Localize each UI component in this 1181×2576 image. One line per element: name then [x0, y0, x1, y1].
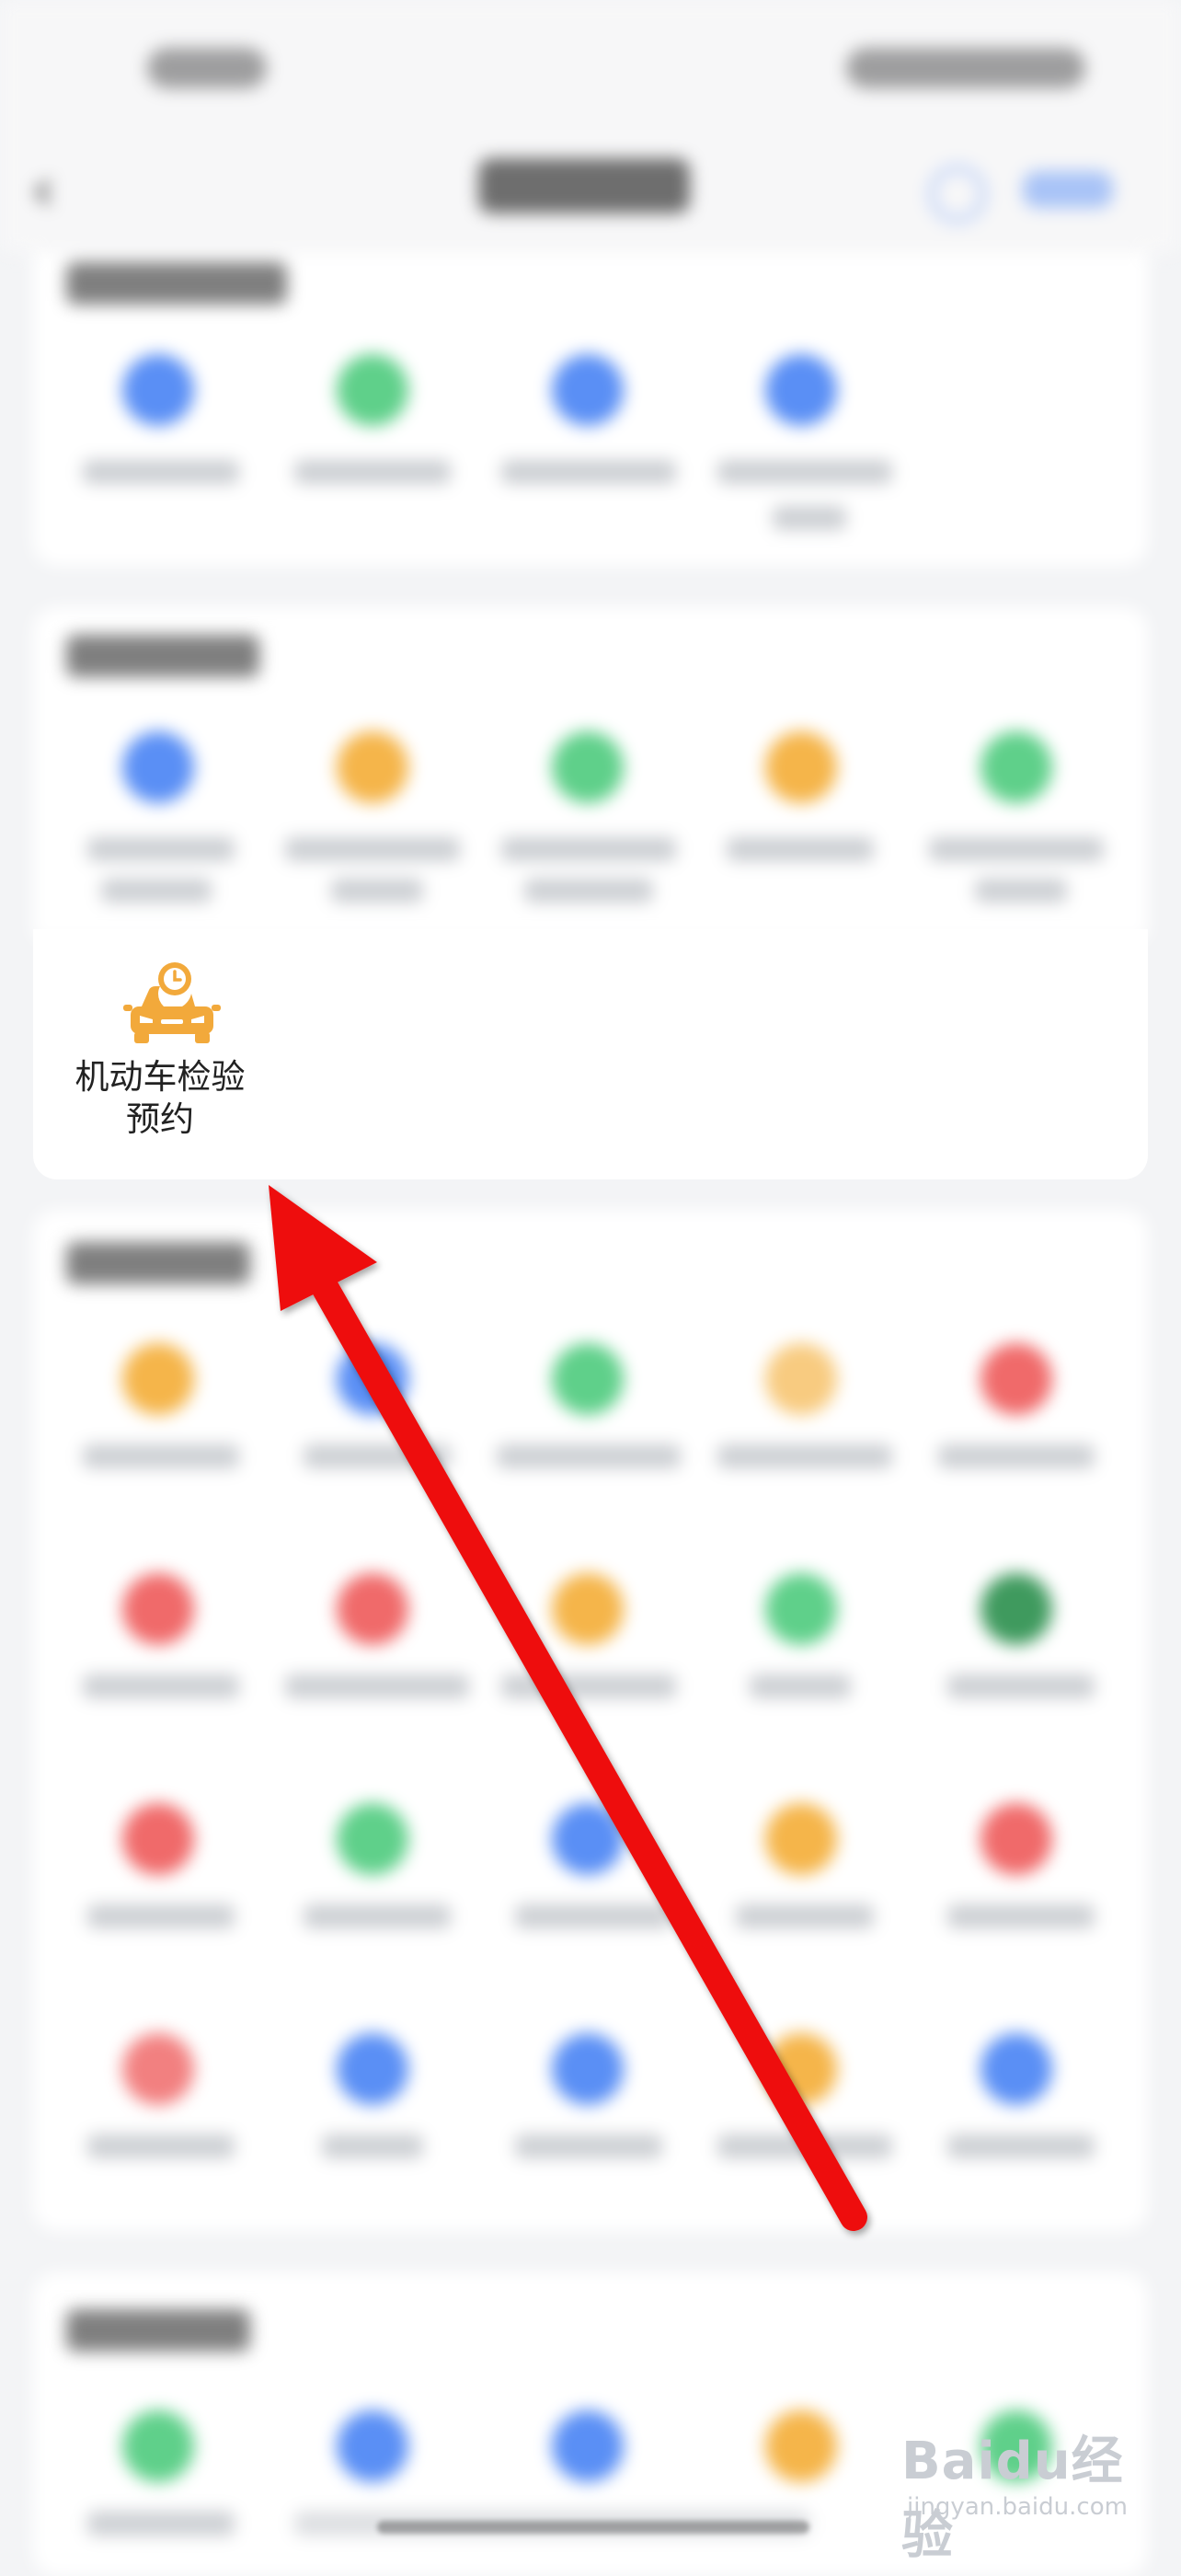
service-label: [501, 1674, 676, 1698]
status-time: [147, 48, 267, 88]
service-label: [497, 1444, 681, 1468]
service-label: [304, 1444, 451, 1468]
home-indicator[interactable]: [377, 2521, 809, 2534]
watermark-domain: jingyan.baidu.com: [907, 2493, 1128, 2521]
service-label: [947, 1904, 1095, 1928]
service-label: [947, 1674, 1095, 1698]
service-icon[interactable]: [552, 731, 624, 803]
service-icon[interactable]: [980, 731, 1052, 803]
service-label: [87, 2134, 235, 2158]
service-label: [83, 1444, 239, 1468]
service-icon[interactable]: [552, 1573, 624, 1645]
service-icon[interactable]: [122, 2033, 194, 2105]
service-icon[interactable]: [552, 1343, 624, 1415]
service-label: [87, 1904, 235, 1928]
service-label: [322, 2134, 423, 2158]
service-label: [929, 837, 1104, 861]
service-label: [717, 2134, 892, 2158]
service-icon[interactable]: [765, 354, 837, 426]
service-icon[interactable]: [337, 1573, 408, 1645]
service-label: [87, 837, 235, 861]
status-indicators: [846, 48, 1085, 88]
status-bar: [0, 0, 1181, 138]
service-icon[interactable]: [980, 1803, 1052, 1875]
service-label: [975, 879, 1067, 903]
service-label: [750, 1674, 851, 1698]
service-label: [294, 460, 451, 484]
service-icon[interactable]: [765, 2410, 837, 2482]
section-title-3: [66, 1242, 250, 1284]
service-label: [717, 460, 892, 484]
section-title-1: [66, 262, 287, 305]
service-icon[interactable]: [337, 2033, 408, 2105]
service-label: [717, 1444, 892, 1468]
service-icon[interactable]: [337, 2410, 408, 2482]
service-label: [331, 879, 423, 903]
service-icon[interactable]: [765, 1343, 837, 1415]
service-label: [501, 460, 676, 484]
car-clock-icon[interactable]: [121, 959, 223, 1051]
service-icon[interactable]: [122, 1573, 194, 1645]
back-icon[interactable]: ‹: [31, 158, 68, 223]
service-label: [515, 1904, 671, 1928]
service-icon[interactable]: [122, 1803, 194, 1875]
service-label: [938, 1444, 1095, 1468]
service-icon[interactable]: [980, 1343, 1052, 1415]
service-label: [501, 837, 676, 861]
service-icon[interactable]: [122, 354, 194, 426]
service-icon[interactable]: [337, 1343, 408, 1415]
service-icon[interactable]: [980, 2033, 1052, 2105]
service-icon[interactable]: [765, 731, 837, 803]
service-icon[interactable]: [122, 1343, 194, 1415]
service-icon[interactable]: [765, 1573, 837, 1645]
service-icon[interactable]: [337, 1803, 408, 1875]
service-label: [304, 1904, 451, 1928]
service-label: [285, 1674, 469, 1698]
service-icon[interactable]: [552, 1803, 624, 1875]
service-label: [524, 879, 653, 903]
service-label: [83, 1674, 239, 1698]
service-label: [285, 837, 460, 861]
service-icon[interactable]: [552, 2033, 624, 2105]
service-icon[interactable]: [765, 2033, 837, 2105]
baidu-jingyan-watermark: Baidu经验 jingyan.baidu.com: [901, 2420, 1168, 2566]
service-icon[interactable]: [337, 731, 408, 803]
vehicle-inspection-label-line2: 预约: [126, 1099, 194, 1139]
service-icon[interactable]: [765, 1803, 837, 1875]
service-icon[interactable]: [980, 1573, 1052, 1645]
service-icon[interactable]: [122, 731, 194, 803]
service-label: [83, 460, 239, 484]
nav-right-button[interactable]: [1023, 171, 1113, 208]
vehicle-inspection-label-line1: 机动车检验: [75, 1057, 246, 1097]
service-icon[interactable]: [552, 2410, 624, 2482]
service-icon[interactable]: [337, 354, 408, 426]
service-label: [947, 2134, 1095, 2158]
section-title-4: [66, 2309, 250, 2352]
service-label: [736, 1904, 874, 1928]
service-icon[interactable]: [122, 2410, 194, 2482]
search-icon[interactable]: [929, 166, 986, 223]
section-title-2: [66, 635, 259, 677]
service-label: [773, 506, 846, 530]
service-label: [727, 837, 874, 861]
blurred-background: ‹: [0, 0, 1181, 2576]
service-icon[interactable]: [552, 354, 624, 426]
service-label: [87, 2512, 235, 2536]
page-title: [478, 158, 690, 213]
service-label: [515, 2134, 662, 2158]
vehicle-inspection-label[interactable]: 机动车检验 预约: [37, 1056, 283, 1141]
service-label: [101, 879, 212, 903]
